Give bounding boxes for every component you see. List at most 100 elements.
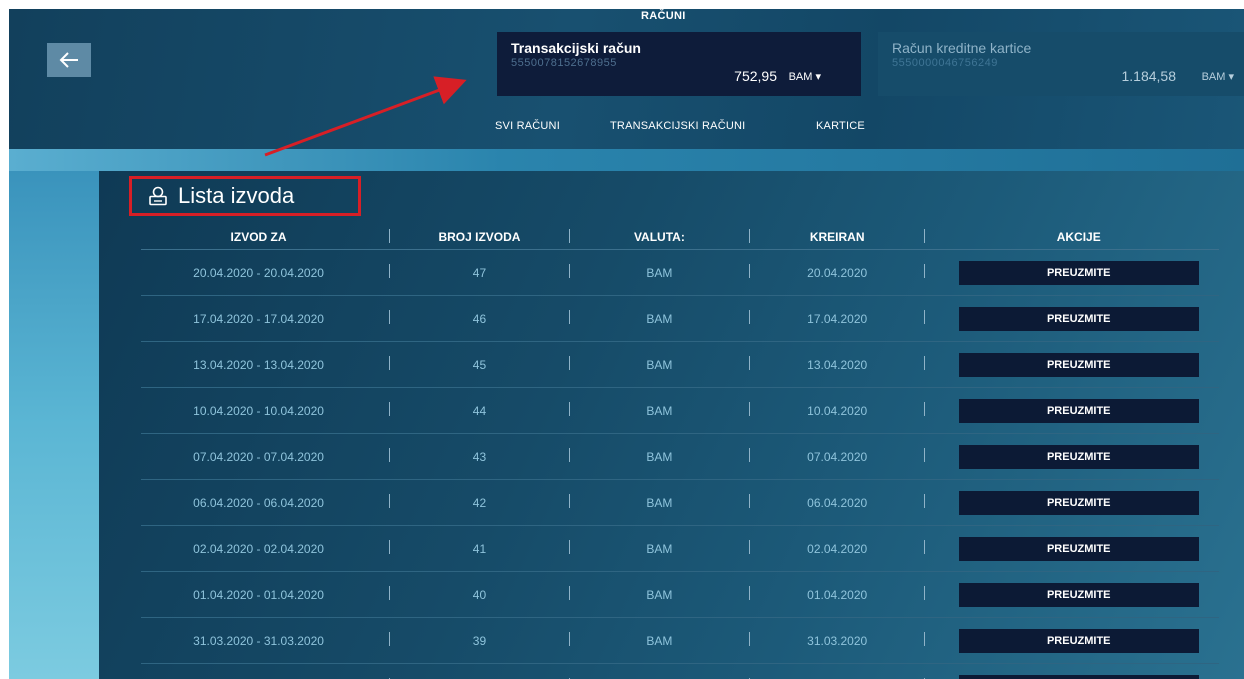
statement-currency: BAM — [582, 479, 736, 526]
statement-created: 17.04.2020 — [762, 295, 912, 342]
column-separator — [735, 525, 763, 572]
column-separator — [376, 663, 404, 679]
statement-period: 17.04.2020 - 17.04.2020 — [141, 295, 377, 342]
download-button[interactable]: PREUZMITE — [958, 352, 1199, 377]
column-separator — [911, 663, 939, 679]
statement-number: 39 — [403, 617, 556, 664]
column-separator — [911, 341, 939, 388]
account-number: 5550078152678955 — [511, 57, 617, 69]
panel-title-highlight: Lista izvoda — [129, 176, 361, 216]
statement-number: 46 — [403, 295, 556, 342]
table-row: 30.03.2020 - 30.03.2020 38 BAM 30.03.2020 PR… — [141, 663, 1219, 679]
account-balance: 1.184,58 — [1121, 68, 1177, 84]
download-button[interactable]: PREUZMITE — [958, 628, 1199, 653]
column-separator — [911, 249, 939, 296]
statement-number: 41 — [403, 525, 556, 572]
statement-number: 40 — [403, 571, 556, 618]
column-separator — [911, 525, 939, 572]
statement-period: 13.04.2020 - 13.04.2020 — [141, 341, 377, 388]
download-button[interactable]: PREUZMITE — [958, 582, 1199, 607]
app-window: RAČUNI Transakcijski račun 5550078152678… — [9, 9, 1244, 679]
download-button[interactable]: PREUZMITE — [958, 674, 1199, 679]
currency-dropdown[interactable]: BAM ▾ — [789, 70, 821, 83]
column-separator — [735, 249, 763, 296]
statement-period: 02.04.2020 - 02.04.2020 — [141, 525, 377, 572]
statement-created: 13.04.2020 — [762, 341, 912, 388]
column-separator — [555, 571, 583, 618]
table-row: 06.04.2020 - 06.04.2020 42 BAM 06.04.2020 PR… — [141, 479, 1219, 526]
side-band — [9, 171, 99, 679]
column-separator — [376, 433, 404, 480]
table-row: 01.04.2020 - 01.04.2020 40 BAM 01.04.2020 PR… — [141, 571, 1219, 618]
statement-created: 20.04.2020 — [762, 249, 912, 296]
statement-created: 07.04.2020 — [762, 433, 912, 480]
account-number: 5550000046756249 — [892, 57, 998, 69]
column-separator — [735, 295, 763, 342]
tab-transaction-accounts[interactable]: TRANSAKCIJSKI RAČUNI — [610, 120, 745, 132]
statement-created: 10.04.2020 — [762, 387, 912, 434]
statement-currency: BAM — [582, 295, 736, 342]
column-separator — [735, 433, 763, 480]
statement-actions: PREUZMITE — [938, 525, 1219, 572]
statement-actions: PREUZMITE — [938, 433, 1219, 480]
column-separator — [735, 663, 763, 679]
tab-cards[interactable]: KARTICE — [816, 120, 865, 132]
statement-number: 45 — [403, 341, 556, 388]
statement-actions: PREUZMITE — [938, 249, 1219, 296]
panel-title: Lista izvoda — [178, 183, 295, 208]
statement-created: 06.04.2020 — [762, 479, 912, 526]
column-separator — [735, 225, 763, 250]
download-button[interactable]: PREUZMITE — [958, 536, 1199, 561]
table-row: 02.04.2020 - 02.04.2020 41 BAM 02.04.2020 PR… — [141, 525, 1219, 572]
column-separator — [911, 479, 939, 526]
back-button[interactable] — [47, 43, 91, 77]
statement-period: 31.03.2020 - 31.03.2020 — [141, 617, 377, 664]
page-title: RAČUNI — [641, 10, 686, 22]
column-separator — [555, 249, 583, 296]
column-separator — [555, 433, 583, 480]
statement-created: 30.03.2020 — [762, 663, 912, 679]
column-separator — [376, 617, 404, 664]
statement-currency: BAM — [582, 249, 736, 296]
statement-period: 30.03.2020 - 30.03.2020 — [141, 663, 377, 679]
column-separator — [376, 249, 404, 296]
header: RAČUNI Transakcijski račun 5550078152678… — [9, 9, 1244, 149]
currency-dropdown[interactable]: BAM ▾ — [1202, 70, 1234, 83]
column-separator — [911, 433, 939, 480]
statement-actions: PREUZMITE — [938, 341, 1219, 388]
download-button[interactable]: PREUZMITE — [958, 490, 1199, 515]
download-button[interactable]: PREUZMITE — [958, 444, 1199, 469]
statements-table: IZVOD ZA BROJ IZVODA VALUTA: KREIRAN AKC… — [141, 225, 1219, 679]
table-row: 17.04.2020 - 17.04.2020 46 BAM 17.04.2020 PR… — [141, 295, 1219, 342]
table-row: 13.04.2020 - 13.04.2020 45 BAM 13.04.2020 PR… — [141, 341, 1219, 388]
table-row: 07.04.2020 - 07.04.2020 43 BAM 07.04.2020 PR… — [141, 433, 1219, 480]
statement-actions: PREUZMITE — [938, 479, 1219, 526]
column-header-period: IZVOD ZA — [141, 225, 377, 250]
statement-period: 10.04.2020 - 10.04.2020 — [141, 387, 377, 434]
account-card-credit[interactable]: Račun kreditne kartice 5550000046756249 … — [878, 32, 1244, 96]
column-header-actions: AKCIJE — [938, 225, 1219, 250]
download-button[interactable]: PREUZMITE — [958, 398, 1199, 423]
download-button[interactable]: PREUZMITE — [958, 306, 1199, 331]
download-button[interactable]: PREUZMITE — [958, 260, 1199, 285]
statement-number: 42 — [403, 479, 556, 526]
account-balance: 752,95 — [734, 68, 777, 84]
column-separator — [735, 387, 763, 434]
column-separator — [555, 225, 583, 250]
column-separator — [735, 571, 763, 618]
account-card-transaction[interactable]: Transakcijski račun 5550078152678955 752… — [497, 32, 861, 96]
column-separator — [555, 295, 583, 342]
column-separator — [555, 387, 583, 434]
statement-currency: BAM — [582, 387, 736, 434]
column-separator — [911, 571, 939, 618]
statement-created: 02.04.2020 — [762, 525, 912, 572]
statement-number: 44 — [403, 387, 556, 434]
table-header-row: IZVOD ZA BROJ IZVODA VALUTA: KREIRAN AKC… — [141, 225, 1219, 250]
statement-actions: PREUZMITE — [938, 295, 1219, 342]
statement-period: 06.04.2020 - 06.04.2020 — [141, 479, 377, 526]
column-separator — [376, 525, 404, 572]
tab-all-accounts[interactable]: SVI RAČUNI — [495, 120, 560, 132]
statement-currency: BAM — [582, 571, 736, 618]
statement-period: 07.04.2020 - 07.04.2020 — [141, 433, 377, 480]
account-name: Račun kreditne kartice — [892, 40, 1032, 56]
